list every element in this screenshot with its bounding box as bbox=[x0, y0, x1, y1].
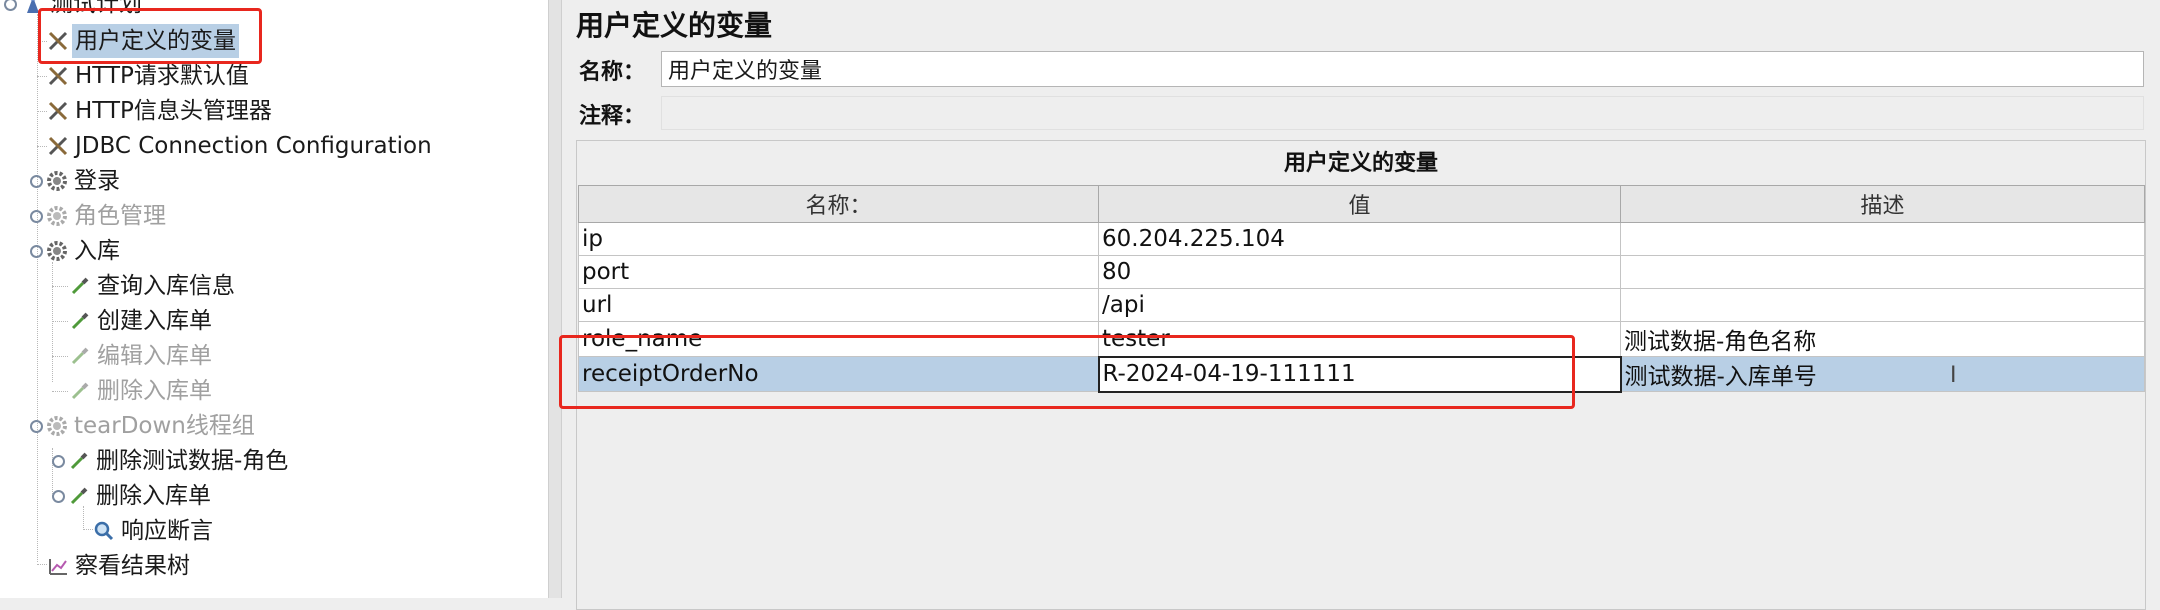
tree-item-label: 响应断言 bbox=[121, 518, 213, 544]
tree-expand-toggle[interactable] bbox=[28, 418, 44, 434]
cell-description[interactable]: 测试数据-入库单号 bbox=[1620, 356, 2145, 392]
tree-collapse-toggle[interactable] bbox=[28, 173, 44, 189]
tree-expand-toggle[interactable] bbox=[50, 488, 66, 504]
tree-item-role-management[interactable]: 角色管理 bbox=[28, 199, 169, 233]
tree-item-label: 角色管理 bbox=[74, 203, 166, 229]
tree-item-response-assertion[interactable]: 响应断言 bbox=[93, 514, 216, 548]
tree-item-label: HTTP请求默认值 bbox=[75, 63, 249, 89]
column-header-description[interactable]: 描述 bbox=[1620, 185, 2145, 223]
column-header-value[interactable]: 值 bbox=[1098, 185, 1621, 223]
tree-item-create-inbound-order[interactable]: 创建入库单 bbox=[69, 304, 215, 338]
annotation-highlight-box bbox=[559, 335, 1575, 409]
cell-value[interactable]: /api bbox=[1098, 288, 1621, 322]
tree-item-http-header-manager[interactable]: HTTP信息头管理器 bbox=[47, 94, 275, 128]
tree-collapse-toggle[interactable] bbox=[50, 453, 66, 469]
sampler-pipette-icon bbox=[69, 380, 91, 402]
sampler-pipette-icon bbox=[68, 450, 90, 472]
tree-item-delete-inbound-order-disabled[interactable]: 删除入库单 bbox=[69, 374, 215, 408]
table-row[interactable]: port 80 bbox=[578, 255, 2145, 289]
config-wrench-icon bbox=[47, 135, 69, 157]
tree-expand-toggle[interactable] bbox=[28, 243, 44, 259]
tree-item-label: tearDown线程组 bbox=[74, 413, 255, 439]
text-cursor-icon: I bbox=[1950, 363, 1957, 388]
tree-item-inbound[interactable]: 入库 bbox=[28, 234, 123, 268]
tree-item-delete-inbound-order[interactable]: 删除入库单 bbox=[50, 479, 214, 513]
tree-item-label: 察看结果树 bbox=[75, 553, 190, 579]
panel-splitter[interactable] bbox=[548, 0, 562, 598]
tree-item-label: 创建入库单 bbox=[97, 308, 212, 334]
tree-item-view-results-tree[interactable]: 察看结果树 bbox=[47, 549, 193, 583]
name-label: 名称： bbox=[579, 60, 646, 85]
comment-field[interactable] bbox=[661, 96, 2144, 130]
annotation-highlight-box bbox=[38, 8, 262, 64]
sampler-pipette-icon bbox=[69, 345, 91, 367]
cell-name[interactable]: url bbox=[578, 288, 1099, 322]
name-field[interactable] bbox=[661, 51, 2144, 87]
sampler-pipette-icon bbox=[69, 310, 91, 332]
variables-group-title: 用户定义的变量 bbox=[1283, 151, 1438, 176]
tree-item-delete-test-data-role[interactable]: 删除测试数据-角色 bbox=[50, 444, 291, 478]
element-editor-panel: 用户定义的变量 名称： 注释： 用户定义的变量 名称： 值 描述 ip 60.2… bbox=[559, 0, 2160, 610]
tree-item-label: 查询入库信息 bbox=[97, 273, 235, 299]
tree-item-label: 编辑入库单 bbox=[97, 343, 212, 369]
config-wrench-icon bbox=[47, 100, 69, 122]
tree-item-teardown-thread-group[interactable]: tearDown线程组 bbox=[28, 409, 258, 443]
cell-description[interactable] bbox=[1620, 288, 2145, 322]
thread-group-gear-icon bbox=[46, 170, 68, 192]
thread-group-gear-icon bbox=[46, 205, 68, 227]
cell-value[interactable]: 60.204.225.104 bbox=[1098, 222, 1621, 256]
thread-group-gear-icon bbox=[46, 415, 68, 437]
tree-item-label: HTTP信息头管理器 bbox=[75, 98, 272, 124]
tree-item-label: 登录 bbox=[74, 168, 120, 194]
thread-group-gear-icon bbox=[46, 240, 68, 262]
cell-description[interactable] bbox=[1620, 255, 2145, 289]
table-header-row: 名称： 值 描述 bbox=[578, 185, 2145, 223]
tree-item-query-inbound-info[interactable]: 查询入库信息 bbox=[69, 269, 238, 303]
assertion-magnifier-icon bbox=[93, 520, 115, 542]
tree-collapse-toggle[interactable] bbox=[28, 208, 44, 224]
test-plan-tree[interactable]: 测试计划 用户定义的变量 HTTP请求默认值 HTTP信息头管理器 JDBC C… bbox=[0, 0, 548, 598]
tree-item-label: 删除测试数据-角色 bbox=[96, 448, 289, 474]
table-row[interactable]: url /api bbox=[578, 288, 2145, 322]
tree-item-label: 入库 bbox=[74, 238, 120, 264]
tree-item-edit-inbound-order[interactable]: 编辑入库单 bbox=[69, 339, 215, 373]
listener-chart-icon bbox=[47, 555, 69, 577]
tree-item-label: 删除入库单 bbox=[96, 483, 211, 509]
column-header-name[interactable]: 名称： bbox=[578, 185, 1099, 223]
sampler-pipette-icon bbox=[68, 485, 90, 507]
sampler-pipette-icon bbox=[69, 275, 91, 297]
tree-item-login[interactable]: 登录 bbox=[28, 164, 123, 198]
tree-item-jdbc-connection-configuration[interactable]: JDBC Connection Configuration bbox=[47, 129, 435, 163]
tree-item-label: 删除入库单 bbox=[97, 378, 212, 404]
tree-item-label: JDBC Connection Configuration bbox=[75, 133, 432, 159]
config-wrench-icon bbox=[47, 65, 69, 87]
tree-expand-toggle[interactable] bbox=[2, 0, 18, 12]
panel-title: 用户定义的变量 bbox=[576, 9, 773, 42]
cell-description[interactable] bbox=[1620, 222, 2145, 256]
cell-name[interactable]: ip bbox=[578, 222, 1099, 256]
comment-label: 注释： bbox=[579, 104, 646, 129]
cell-description[interactable]: 测试数据-角色名称 bbox=[1620, 321, 2145, 357]
cell-name[interactable]: port bbox=[578, 255, 1099, 289]
cell-value[interactable]: 80 bbox=[1098, 255, 1621, 289]
tree-item-http-request-defaults[interactable]: HTTP请求默认值 bbox=[47, 59, 252, 93]
table-row[interactable]: ip 60.204.225.104 bbox=[578, 222, 2145, 256]
